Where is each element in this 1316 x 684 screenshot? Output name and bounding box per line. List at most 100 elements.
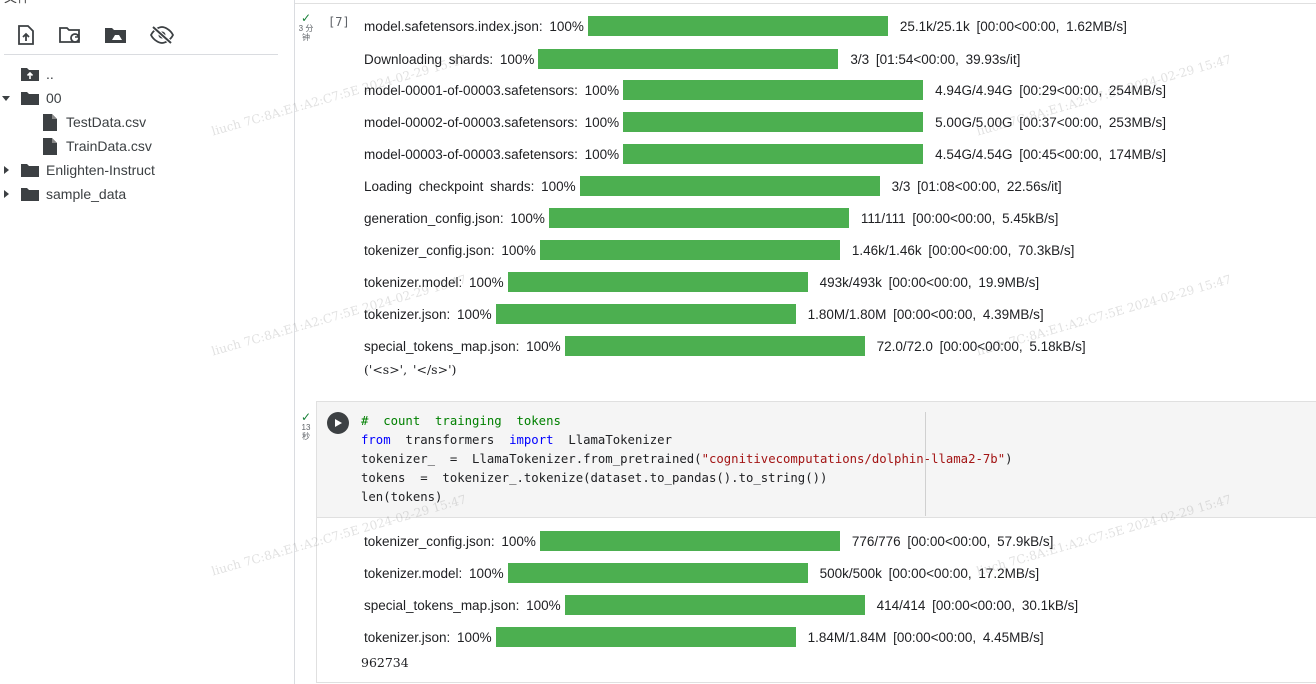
progress-row: tokenizer.model: 100% 493k/493k [00:00<00… (364, 272, 1039, 292)
progress-stats: 1.46k/1.46k [00:00<00:00, 70.3kB/s] (851, 242, 1075, 258)
drive-folder-icon (105, 28, 126, 43)
progress-stats: 5.00G/5.00G [00:37<00:00, 253MB/s] (935, 114, 1166, 130)
cell1-duration: 3 分 钟 (298, 24, 314, 42)
folder-refresh-icon (59, 27, 80, 43)
progress-bar (495, 627, 796, 647)
progress-bar (495, 304, 796, 324)
tree-item-file-testdata[interactable]: TestData.csv (40, 111, 146, 133)
progress-label: model.safetensors.index.json: 100% (364, 18, 584, 34)
progress-label: tokenizer.model: 100% (364, 274, 504, 290)
cell2-result: 962734 (361, 655, 409, 670)
progress-stats: 3/3 [01:54<00:00, 39.93s/it] (850, 51, 1021, 67)
progress-label: model-00003-of-00003.safetensors: 100% (364, 146, 620, 162)
code-line-5: len(tokens) (361, 490, 443, 504)
progress-bar (623, 80, 924, 100)
tree-item-label: sample_data (46, 186, 127, 202)
tree-item-label: TrainData.csv (66, 138, 152, 154)
file-toolbar (0, 16, 294, 54)
progress-label: special_tokens_map.json: 100% (364, 338, 561, 354)
progress-bar (564, 336, 865, 356)
check-icon: ✓ (300, 410, 312, 424)
progress-bar (623, 144, 924, 164)
cell2-gutter: ✓ 13 秒 (296, 411, 316, 441)
run-cell-button[interactable] (327, 412, 349, 434)
file-icon (40, 135, 60, 157)
chevron-right-icon[interactable] (0, 183, 12, 205)
progress-bar (548, 208, 849, 228)
progress-label: special_tokens_map.json: 100% (364, 597, 561, 613)
mount-drive-button[interactable] (103, 22, 129, 48)
progress-stats: 500k/500k [00:00<00:00, 17.2MB/s] (819, 565, 1040, 581)
folder-icon (20, 159, 40, 181)
progress-row: special_tokens_map.json: 100% 414/414 [00… (364, 595, 1078, 615)
progress-bar (507, 563, 808, 583)
progress-stats: 4.54G/4.54G [00:45<00:00, 174MB/s] (935, 146, 1166, 162)
folder-up-icon (20, 63, 40, 85)
tree-item-label: TestData.csv (66, 114, 147, 130)
progress-stats: 4.94G/4.94G [00:29<00:00, 254MB/s] (935, 82, 1166, 98)
progress-row: model.safetensors.index.json: 100% 25.1k/… (364, 16, 1127, 36)
progress-stats: 493k/493k [00:00<00:00, 19.9MB/s] (819, 274, 1040, 290)
upload-file-icon (18, 25, 34, 45)
progress-label: tokenizer_config.json: 100% (364, 533, 536, 549)
folder-icon (20, 87, 40, 109)
progress-label: model-00001-of-00003.safetensors: 100% (364, 82, 620, 98)
divider (4, 54, 278, 55)
tree-item-folder-00[interactable]: 00 (0, 87, 62, 109)
tree-item-folder-sample-data[interactable]: sample_data (0, 183, 126, 205)
progress-label: Downloading shards: 100% (364, 51, 535, 67)
tree-item-label: Enlighten-Instruct (46, 162, 155, 178)
progress-row: tokenizer.json: 100% 1.84M/1.84M [00:00<0… (364, 627, 1044, 647)
code-cell[interactable]: # count trainging tokens from transformer… (316, 401, 1316, 518)
progress-label: tokenizer.model: 100% (364, 565, 504, 581)
check-icon: ✓ (300, 11, 312, 25)
play-icon (335, 419, 342, 427)
progress-label: Loading checkpoint shards: 100% (364, 178, 576, 194)
code-line-1: # count trainging tokens (361, 414, 561, 428)
toggle-hidden-files-button[interactable] (149, 22, 175, 48)
output-top-border (295, 0, 1316, 4)
refresh-folder-button[interactable] (58, 22, 84, 48)
progress-row: special_tokens_map.json: 100% 72.0/72.0 [… (364, 336, 1086, 356)
progress-row: Loading checkpoint shards: 100% 3/3 [01:0… (364, 176, 1062, 196)
progress-row: generation_config.json: 100% 111/111 [00:… (364, 208, 1058, 228)
tree-item-label: .. (46, 66, 54, 82)
progress-bar (579, 176, 880, 196)
eye-off-icon (150, 25, 174, 45)
progress-stats: 72.0/72.0 [00:00<00:00, 5.18kB/s] (876, 338, 1086, 354)
upload-file-button[interactable] (13, 22, 39, 48)
progress-stats: 1.80M/1.80M [00:00<00:00, 4.39MB/s] (807, 306, 1044, 322)
progress-label: generation_config.json: 100% (364, 210, 545, 226)
cell1-gutter: ✓ 3 分 钟 (296, 12, 316, 42)
progress-bar (539, 531, 840, 551)
code-editor[interactable]: # count trainging tokens from transformer… (361, 412, 1013, 516)
progress-row: model-00002-of-00003.safetensors: 100% 5.… (364, 112, 1166, 132)
progress-bar (539, 240, 840, 260)
progress-stats: 25.1k/25.1k [00:00<00:00, 1.62MB/s] (899, 18, 1127, 34)
progress-label: model-00002-of-00003.safetensors: 100% (364, 114, 620, 130)
file-icon (40, 111, 60, 133)
progress-bar (564, 595, 865, 615)
chevron-right-icon[interactable] (0, 159, 12, 181)
folder-icon (20, 183, 40, 205)
cell1-exec-count: [7] (328, 15, 350, 29)
progress-label: tokenizer.json: 100% (364, 306, 492, 322)
panel-title: 文件 (4, 0, 30, 5)
tree-item-file-traindata[interactable]: TrainData.csv (40, 135, 152, 157)
progress-stats: 776/776 [00:00<00:00, 57.9kB/s] (851, 533, 1054, 549)
progress-stats: 111/111 [00:00<00:00, 5.45kB/s] (860, 210, 1059, 226)
cell1-text-output: ('<s>', '</s>') (364, 362, 457, 377)
chevron-down-icon[interactable] (0, 87, 12, 109)
tree-item-folder-enlighten[interactable]: Enlighten-Instruct (0, 159, 155, 181)
progress-bar (587, 16, 888, 36)
code-line-2: from transformers import LlamaTokenizer (361, 433, 672, 447)
code-line-3: tokenizer_ = LlamaTokenizer.from_pretrai… (361, 452, 1013, 466)
progress-bar (623, 112, 924, 132)
progress-label: tokenizer_config.json: 100% (364, 242, 536, 258)
progress-label: tokenizer.json: 100% (364, 629, 492, 645)
progress-row: tokenizer.json: 100% 1.80M/1.80M [00:00<0… (364, 304, 1044, 324)
progress-row: tokenizer_config.json: 100% 776/776 [00:0… (364, 531, 1053, 551)
code-line-4: tokens = tokenizer_.tokenize(dataset.to_… (361, 471, 828, 485)
progress-stats: 1.84M/1.84M [00:00<00:00, 4.45MB/s] (807, 629, 1044, 645)
tree-item-parent-dir[interactable]: .. (8, 63, 54, 85)
